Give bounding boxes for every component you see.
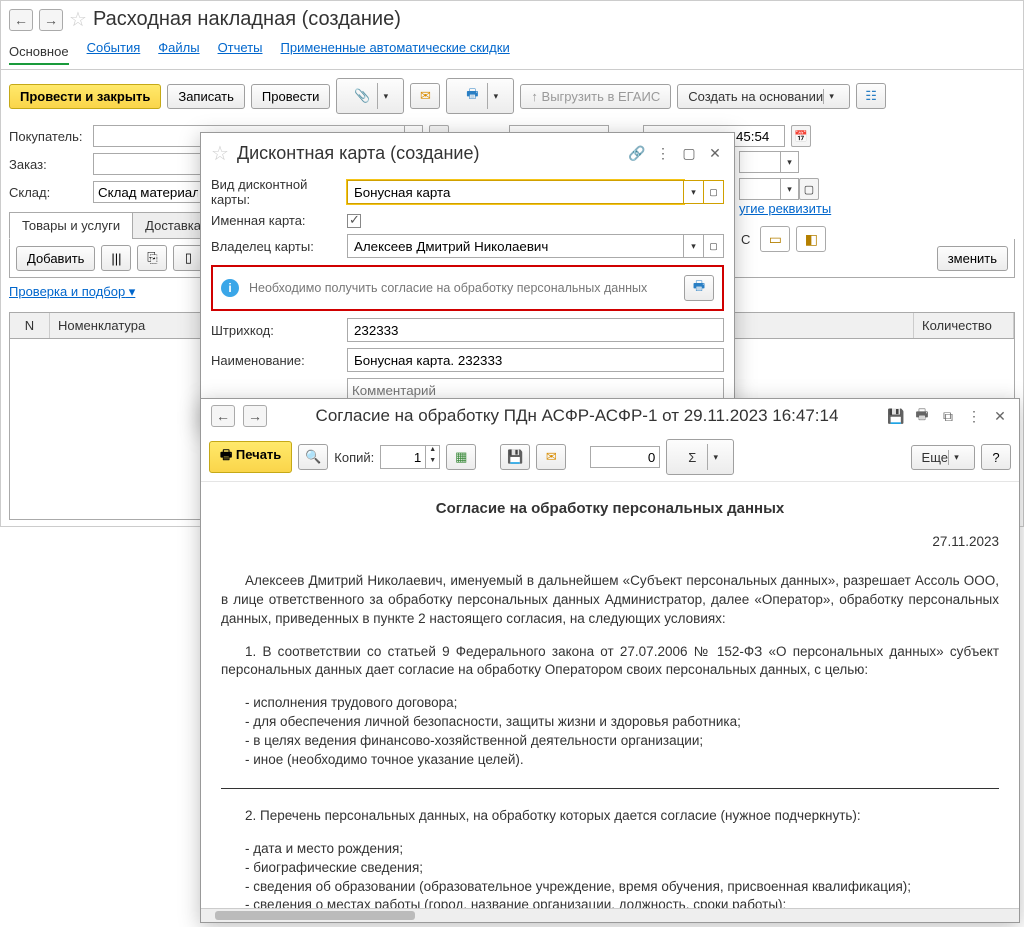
main-toolbar: Провести и закрыть Записать Провести 📎▾ … [1, 70, 1023, 122]
doc-heading: Согласие на обработку персональных данны… [221, 498, 999, 519]
calendar-icon[interactable]: 📅 [791, 125, 811, 147]
card-icon-2[interactable]: ▯ [173, 245, 203, 271]
col-n: N [10, 313, 50, 338]
tab-reports[interactable]: Отчеты [218, 40, 263, 65]
tab-files[interactable]: Файлы [158, 40, 199, 65]
warning-text: Необходимо получить согласие на обработк… [249, 280, 674, 296]
name-input[interactable] [347, 348, 724, 372]
more-icon[interactable]: ⋮ [654, 145, 672, 163]
warehouse-label: Склад: [9, 185, 87, 200]
buyer-label: Покупатель: [9, 129, 87, 144]
print-dropdown[interactable]: 🖶▾ [446, 78, 514, 114]
preview-button[interactable]: 🔍 [298, 444, 328, 470]
p3: 2. Перечень персональных данных, на обра… [221, 807, 999, 826]
order-input[interactable] [93, 153, 203, 175]
info-icon: i [221, 279, 239, 297]
star-icon[interactable]: ☆ [69, 7, 87, 32]
owner-input[interactable]: ▾▢ [347, 234, 724, 258]
c-label: С [741, 232, 750, 247]
mail-button[interactable]: ✉ [410, 83, 440, 109]
post-and-close-button[interactable]: Провести и закрыть [9, 84, 161, 109]
print-icon[interactable]: 🖶 [913, 407, 931, 425]
warehouse-input[interactable] [93, 181, 203, 203]
top-tabs: Основное События Файлы Отчеты Примененны… [1, 36, 1023, 70]
tab-events[interactable]: События [87, 40, 141, 65]
doc-body[interactable]: Согласие на обработку персональных данны… [201, 482, 1019, 908]
add-button[interactable]: Добавить [16, 246, 95, 271]
star-icon[interactable]: ☆ [211, 141, 229, 166]
doc-title-text: Согласие на обработку ПДн АСФР-АСФР-1 от… [275, 406, 879, 426]
save-button[interactable]: Записать [167, 84, 245, 109]
more-dropdown[interactable]: Еще▾ [911, 445, 975, 470]
print-consent-button[interactable]: 🖶 [684, 275, 714, 301]
report-button[interactable]: ☷ [856, 83, 886, 109]
dialog-title: Дисконтная карта (создание) [237, 143, 480, 164]
discount-card-dialog: ☆ Дисконтная карта (создание) 🔗 ⋮ ▢ ✕ Ви… [200, 132, 735, 430]
doc-toolbar: 🖶 Печать 🔍 Копий: ▲▼ ▦ 💾 ✉ Σ▾ Еще▾ ? [201, 433, 1019, 482]
name-label: Наименование: [211, 353, 341, 368]
forward-button[interactable]: → [39, 9, 63, 31]
h-scrollbar[interactable] [201, 908, 1019, 922]
attach-button[interactable]: 📎▾ [336, 78, 404, 114]
barcode-input[interactable] [347, 318, 724, 342]
close-icon[interactable]: ✕ [706, 145, 724, 163]
tab-main[interactable]: Основное [9, 40, 69, 65]
barcode-icon[interactable]: ||| [101, 245, 131, 271]
mail-doc-button[interactable]: ✉ [536, 444, 566, 470]
other-requisites-link[interactable]: угие реквизиты [739, 201, 831, 216]
card-type-label: Вид дисконтной карты: [211, 177, 341, 207]
right-select-2[interactable]: ▾ [739, 178, 799, 200]
consent-warning: i Необходимо получить согласие на обрабо… [211, 265, 724, 311]
change-button[interactable]: зменить [937, 246, 1008, 271]
p2: 1. В соответствии со статьей 9 Федеральн… [221, 643, 999, 681]
more-icon[interactable]: ⋮ [965, 407, 983, 425]
card-icon[interactable]: ▭ [760, 226, 790, 252]
col-qty: Количество [914, 313, 1014, 338]
print-button[interactable]: 🖶 Печать [209, 441, 292, 473]
close-icon[interactable]: ✕ [991, 407, 1009, 425]
egais-button[interactable]: ↑ Выгрузить в ЕГАИС [520, 84, 671, 109]
save-doc-button[interactable]: 💾 [500, 444, 530, 470]
owner-label: Владелец карты: [211, 239, 341, 254]
page-title: Расходная накладная (создание) [93, 8, 401, 31]
p1: Алексеев Дмитрий Николаевич, именуемый в… [221, 572, 999, 629]
maximize-icon[interactable]: ▢ [680, 145, 698, 163]
bookmark-icon[interactable]: ◧ [796, 226, 826, 252]
copies-spinner[interactable]: ▲▼ [380, 445, 440, 469]
tab-goods[interactable]: Товары и услуги [9, 212, 133, 239]
consent-document: ← → Согласие на обработку ПДн АСФР-АСФР-… [200, 398, 1020, 923]
extra-icons: С ▭ ◧ [741, 226, 826, 252]
link-icon[interactable]: 🔗 [628, 145, 646, 163]
dialog-header: ☆ Дисконтная карта (создание) 🔗 ⋮ ▢ ✕ [201, 133, 734, 174]
popout-icon[interactable]: ⧉ [939, 407, 957, 425]
zero-input[interactable] [590, 446, 660, 468]
right-open-2[interactable]: ▢ [799, 178, 819, 200]
sheet-icon[interactable]: ▦ [446, 444, 476, 470]
card-type-input[interactable]: ▾▢ [347, 180, 724, 204]
help-button[interactable]: ? [981, 444, 1011, 470]
doc-header: ← → Согласие на обработку ПДн АСФР-АСФР-… [201, 399, 1019, 433]
right-select-1[interactable]: ▾ [739, 151, 799, 173]
order-label: Заказ: [9, 157, 87, 172]
doc-date: 27.11.2023 [221, 533, 999, 552]
back-button[interactable]: ← [9, 9, 33, 31]
post-button[interactable]: Провести [251, 84, 331, 109]
barcode-label: Штрихкод: [211, 323, 341, 338]
forward-button[interactable]: → [243, 405, 267, 427]
save-icon[interactable]: 💾 [887, 407, 905, 425]
sigma-button[interactable]: Σ▾ [666, 439, 734, 475]
scanner-icon[interactable]: ⎘ [137, 245, 167, 271]
named-checkbox[interactable] [347, 214, 361, 228]
main-header: ← → ☆ Расходная накладная (создание) [1, 1, 1023, 36]
check-link[interactable]: Проверка и подбор ▾ [9, 284, 135, 299]
copies-label: Копий: [334, 450, 374, 465]
create-based-dropdown[interactable]: Создать на основании▾ [677, 84, 850, 109]
back-button[interactable]: ← [211, 405, 235, 427]
tab-discounts[interactable]: Примененные автоматические скидки [281, 40, 510, 65]
named-label: Именная карта: [211, 213, 341, 228]
